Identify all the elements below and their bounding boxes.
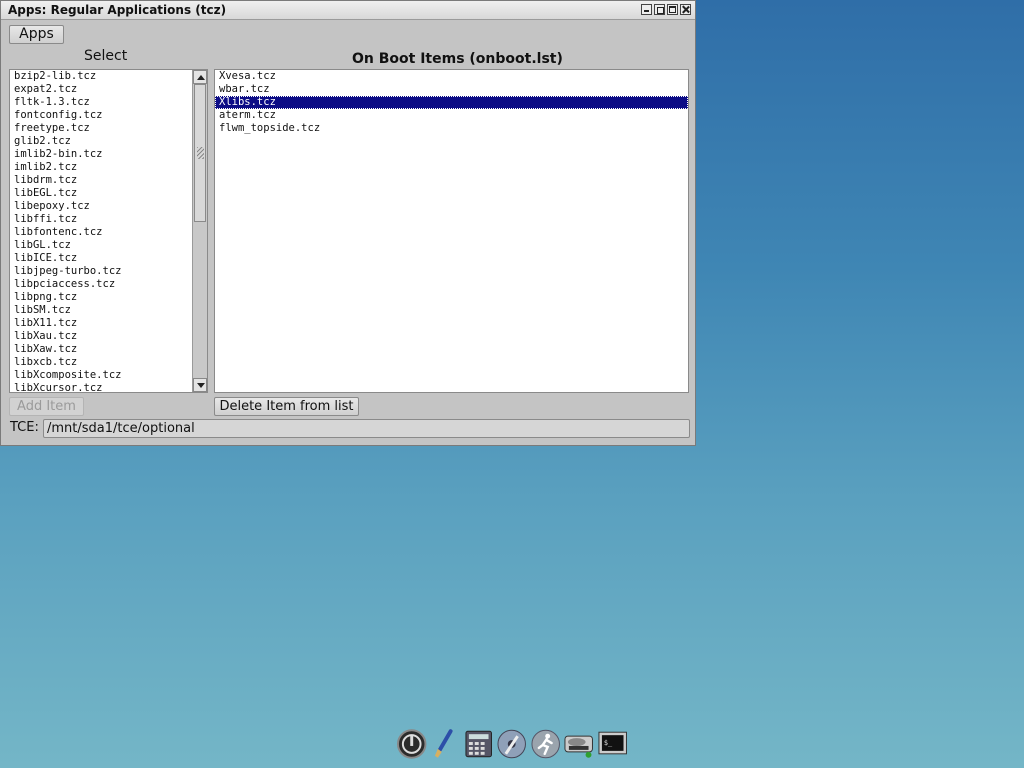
app-window: Apps: Regular Applications (tcz) Apps Se… <box>0 0 696 446</box>
disk-icon[interactable] <box>496 728 527 760</box>
select-heading: Select <box>84 48 128 64</box>
onboot-heading: On Boot Items (onboot.lst) <box>352 51 563 67</box>
select-list-item[interactable]: glib2.tcz <box>10 135 207 148</box>
select-list-item[interactable]: libdrm.tcz <box>10 174 207 187</box>
tce-path-field[interactable]: /mnt/sda1/tce/optional <box>43 419 690 438</box>
restore-icon[interactable] <box>654 4 665 15</box>
select-list-item[interactable]: libX11.tcz <box>10 317 207 330</box>
dock: $_ <box>396 726 628 762</box>
onboot-list-item[interactable]: Xlibs.tcz <box>215 96 688 109</box>
select-list-item[interactable]: fltk-1.3.tcz <box>10 96 207 109</box>
hdd-icon[interactable] <box>563 728 594 760</box>
onboot-list-item[interactable]: aterm.tcz <box>215 109 688 122</box>
title-bar[interactable]: Apps: Regular Applications (tcz) <box>1 1 695 20</box>
maximize-icon[interactable] <box>667 4 678 15</box>
select-list-item[interactable]: libepoxy.tcz <box>10 200 207 213</box>
select-list-item[interactable]: expat2.tcz <box>10 83 207 96</box>
runner-icon[interactable] <box>530 728 561 760</box>
window-title: Apps: Regular Applications (tcz) <box>8 3 227 17</box>
select-list-item[interactable]: imlib2-bin.tcz <box>10 148 207 161</box>
select-list-item[interactable]: freetype.tcz <box>10 122 207 135</box>
calculator-icon[interactable] <box>463 728 494 760</box>
select-list-item[interactable]: libXcursor.tcz <box>10 382 207 392</box>
select-list-scrollbar[interactable] <box>192 70 207 392</box>
minimize-icon[interactable] <box>641 4 652 15</box>
power-icon[interactable] <box>396 728 427 760</box>
select-list-item[interactable]: libjpeg-turbo.tcz <box>10 265 207 278</box>
select-list-item[interactable]: libICE.tcz <box>10 252 207 265</box>
select-list-item[interactable]: libxcb.tcz <box>10 356 207 369</box>
select-list-item[interactable]: libXau.tcz <box>10 330 207 343</box>
select-list-item[interactable]: libfontenc.tcz <box>10 226 207 239</box>
select-list-item[interactable]: libpciaccess.tcz <box>10 278 207 291</box>
onboot-list-item[interactable]: wbar.tcz <box>215 83 688 96</box>
select-list-item[interactable]: bzip2-lib.tcz <box>10 70 207 83</box>
select-list-item[interactable]: libXaw.tcz <box>10 343 207 356</box>
scroll-up-icon[interactable] <box>193 70 207 84</box>
scroll-thumb[interactable] <box>194 84 206 222</box>
onboot-list[interactable]: Xvesa.tcz wbar.tcz Xlibs.tcz aterm.tcz flwm_… <box>214 69 689 393</box>
onboot-list-item[interactable]: Xvesa.tcz <box>215 70 688 83</box>
paintbrush-icon[interactable] <box>429 728 460 760</box>
select-list-item[interactable]: libEGL.tcz <box>10 187 207 200</box>
delete-item-button[interactable]: Delete Item from list <box>214 397 359 416</box>
close-icon[interactable] <box>680 4 691 15</box>
select-list-item[interactable]: libpng.tcz <box>10 291 207 304</box>
select-list-item[interactable]: fontconfig.tcz <box>10 109 207 122</box>
add-item-button[interactable]: Add Item <box>9 397 84 416</box>
select-list-item[interactable]: libffi.tcz <box>10 213 207 226</box>
select-list-item[interactable]: imlib2.tcz <box>10 161 207 174</box>
select-list[interactable]: bzip2-lib.tcz expat2.tcz fltk-1.3.tcz fontc… <box>9 69 208 393</box>
terminal-icon[interactable]: $_ <box>597 728 628 760</box>
svg-text:$_: $_ <box>603 739 612 747</box>
select-list-item[interactable]: libSM.tcz <box>10 304 207 317</box>
scroll-down-icon[interactable] <box>193 378 207 392</box>
onboot-list-item[interactable]: flwm_topside.tcz <box>215 122 688 135</box>
apps-menu-button[interactable]: Apps <box>9 25 64 44</box>
select-list-item[interactable]: libGL.tcz <box>10 239 207 252</box>
tce-label: TCE: <box>10 420 39 435</box>
select-list-item[interactable]: libXcomposite.tcz <box>10 369 207 382</box>
